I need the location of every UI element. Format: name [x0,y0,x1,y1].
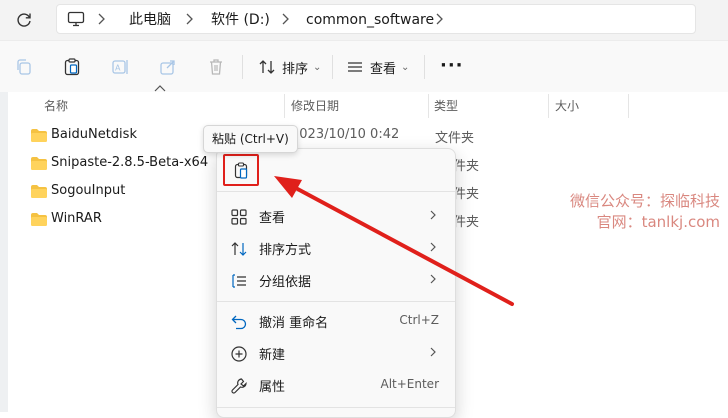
sort-button[interactable]: 排序 ⌄ [258,53,321,81]
file-type: 件夹 [453,159,480,174]
folder-icon [31,185,47,198]
chevron-right-icon [430,242,436,252]
column-header-name[interactable]: 名称 [44,97,68,114]
menu-item-label: 排序方式 [259,243,312,258]
chevron-right-icon[interactable] [183,11,195,27]
menu-item-new[interactable]: 新建 [221,338,451,368]
menu-separator [217,191,455,192]
menu-item-group-by[interactable]: 分组依据 [221,265,451,295]
sort-caret-icon [154,85,166,92]
column-divider[interactable] [628,94,629,118]
menu-item-undo-rename[interactable]: 撤消 重命名 Ctrl+Z [221,306,451,336]
view-label: 查看 [370,61,397,77]
file-name: SogouInput [51,183,126,198]
watermark-website: 官网：tanlkj.com [596,213,720,231]
rename-icon[interactable]: A [110,57,130,77]
command-bar: A 排序 ⌄ 查看 ⌄ ··· [0,40,728,93]
chevron-right-icon[interactable] [95,11,107,27]
address-bar[interactable]: 此电脑 软件 (D:) common_software [56,4,696,34]
chevron-right-icon [430,210,436,220]
file-name: BaiduNetdisk [51,127,137,142]
column-divider[interactable] [548,94,549,118]
sort-icon [259,60,275,74]
menu-separator [217,407,455,408]
paste-button[interactable] [223,154,259,186]
menu-item-view[interactable]: 查看 [221,201,451,231]
address-bar-area: 此电脑 软件 (D:) common_software [0,0,728,40]
menu-item-label: 分组依据 [259,275,312,290]
menu-item-label: 属性 [259,380,286,395]
copy-icon[interactable] [14,57,34,77]
menu-separator [217,301,455,302]
chevron-right-icon[interactable] [433,11,445,27]
folder-icon [31,157,47,170]
column-divider[interactable] [428,94,429,118]
share-icon[interactable] [158,57,178,77]
menu-item-properties[interactable]: 属性 Alt+Enter [221,370,451,400]
breadcrumb-drive-d[interactable]: 软件 (D:) [211,11,270,29]
list-item[interactable]: BaiduNetdisk 2023/10/10 0:42 文件夹 [8,122,628,150]
breadcrumb-common-software[interactable]: common_software [306,11,434,29]
chevron-down-icon: ⌄ [313,61,322,73]
column-header-type[interactable]: 类型 [434,97,458,114]
this-pc-icon[interactable] [67,10,85,28]
file-name: WinRAR [51,211,102,226]
toolbar-divider [424,55,425,79]
file-type: 件夹 [453,187,480,202]
column-header-modified[interactable]: 修改日期 [291,97,339,114]
folder-icon [31,129,47,142]
new-icon [231,346,247,362]
menu-item-shortcut: Alt+Enter [380,377,439,391]
file-type: 文件夹 [435,131,475,146]
sort-label: 排序 [282,61,309,77]
chevron-right-icon[interactable] [279,11,291,27]
toolbar-divider [242,55,243,79]
file-modified: 2023/10/10 0:42 [291,127,400,142]
refresh-icon[interactable] [14,10,34,30]
navigation-pane-edge [0,92,8,412]
svg-text:A: A [115,64,121,73]
menu-item-label: 新建 [259,348,286,363]
undo-icon [231,315,247,330]
grid-view-icon [231,209,247,225]
more-options-button[interactable]: ··· [440,55,464,76]
paste-tooltip: 粘贴 (Ctrl+V) [203,125,298,153]
delete-icon[interactable] [206,57,226,77]
view-list-icon [348,62,362,72]
paste-icon[interactable] [62,57,82,77]
chevron-right-icon [430,347,436,357]
watermark-wechat: 微信公众号：探临科技 [569,192,720,210]
group-by-icon [232,274,246,288]
chevron-down-icon: ⌄ [401,61,410,73]
column-divider[interactable] [284,94,285,118]
sort-icon [231,242,247,256]
menu-item-label: 查看 [259,211,286,226]
folder-icon [31,213,47,226]
menu-item-sort-by[interactable]: 排序方式 [221,233,451,263]
paste-icon [234,162,248,179]
context-menu: 查看 排序方式 分组依据 撤消 重命名 Ctrl+Z 新建 属性 Alt+Ent… [216,148,456,418]
menu-item-label: 撤消 重命名 [259,316,329,331]
file-type: 件夹 [453,215,480,230]
wrench-icon [231,378,247,394]
view-button[interactable]: 查看 ⌄ [346,53,409,81]
toolbar-divider [332,55,333,79]
menu-item-shortcut: Ctrl+Z [399,313,439,327]
breadcrumb-this-pc[interactable]: 此电脑 [129,11,171,29]
file-name: Snipaste-2.8.5-Beta-x64 [51,155,209,170]
chevron-right-icon [430,274,436,284]
column-header-size[interactable]: 大小 [555,97,579,114]
